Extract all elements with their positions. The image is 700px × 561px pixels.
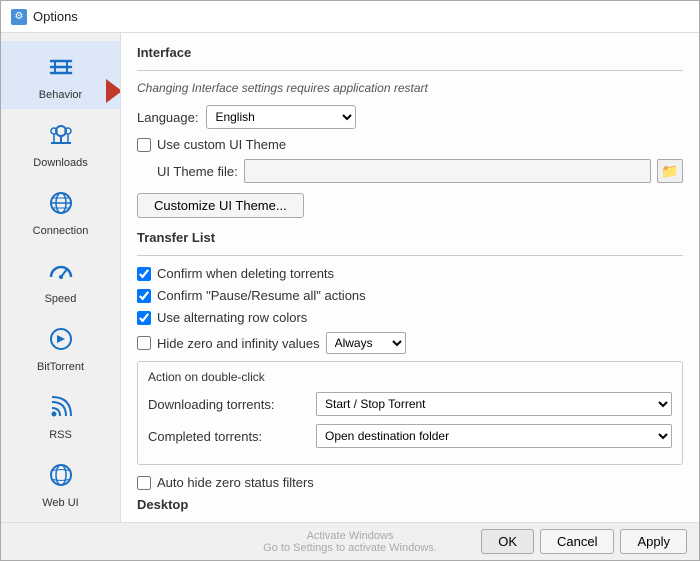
hide-zero-row: Hide zero and infinity values Always	[137, 332, 683, 354]
sidebar-item-connection[interactable]: Connection	[1, 177, 120, 245]
language-label: Language:	[137, 110, 198, 125]
sidebar-item-webui[interactable]: Web UI	[1, 449, 120, 517]
completed-torrents-row: Completed torrents: Open destination fol…	[148, 424, 672, 448]
sidebar-label-webui: Web UI	[42, 497, 78, 509]
downloading-torrents-row: Downloading torrents: Start / Stop Torre…	[148, 392, 672, 416]
action-double-click-group: Action on double-click Downloading torre…	[137, 361, 683, 465]
confirm-pause-checkbox[interactable]	[137, 289, 151, 303]
language-row: Language: English	[137, 105, 683, 129]
confirm-pause-label[interactable]: Confirm "Pause/Resume all" actions	[157, 288, 366, 303]
sidebar-item-speed[interactable]: Speed	[1, 245, 120, 313]
speed-icon	[43, 253, 79, 289]
sidebar-label-rss: RSS	[49, 429, 72, 441]
auto-hide-checkbox[interactable]	[137, 476, 151, 490]
rss-icon	[43, 389, 79, 425]
downloads-icon	[43, 117, 79, 153]
sidebar-label-speed: Speed	[45, 293, 77, 305]
sidebar-item-rss[interactable]: RSS	[1, 381, 120, 449]
downloading-action-select[interactable]: Start / Stop Torrent	[316, 392, 672, 416]
footer: Activate Windows Go to Settings to activ…	[1, 522, 699, 560]
interface-title: Interface	[137, 45, 683, 60]
window-icon: ⚙	[11, 9, 27, 25]
customize-theme-button[interactable]: Customize UI Theme...	[137, 193, 304, 218]
interface-note: Changing Interface settings requires app…	[137, 81, 683, 95]
theme-file-input[interactable]	[244, 159, 651, 183]
language-select[interactable]: English	[206, 105, 356, 129]
bittorrent-icon	[43, 321, 79, 357]
sidebar: Behavior	[1, 33, 121, 522]
title-bar: ⚙ Options	[1, 1, 699, 33]
alternating-rows-label[interactable]: Use alternating row colors	[157, 310, 307, 325]
sidebar-label-downloads: Downloads	[33, 157, 87, 169]
activate-watermark: Activate Windows Go to Settings to activ…	[263, 530, 437, 554]
desktop-title: Desktop	[137, 497, 683, 512]
sidebar-label-bittorrent: BitTorrent	[37, 361, 84, 373]
use-custom-theme-checkbox[interactable]	[137, 138, 151, 152]
sidebar-label-connection: Connection	[33, 225, 89, 237]
ui-theme-file-label: UI Theme file:	[157, 164, 238, 179]
transfer-list-section: Transfer List Confirm when deleting torr…	[137, 230, 683, 490]
use-custom-theme-row: Use custom UI Theme	[137, 137, 683, 152]
apply-button[interactable]: Apply	[620, 529, 687, 554]
theme-file-row: UI Theme file: 📁	[137, 159, 683, 183]
window-title: Options	[33, 9, 78, 24]
content-area: Interface Changing Interface settings re…	[121, 33, 699, 522]
confirm-delete-row: Confirm when deleting torrents	[137, 266, 683, 281]
sidebar-label-behavior: Behavior	[39, 89, 82, 101]
confirm-pause-row: Confirm "Pause/Resume all" actions	[137, 288, 683, 303]
behavior-icon	[43, 49, 79, 85]
action-double-click-title: Action on double-click	[148, 370, 672, 384]
completed-label: Completed torrents:	[148, 429, 308, 444]
confirm-delete-label[interactable]: Confirm when deleting torrents	[157, 266, 334, 281]
interface-section: Interface Changing Interface settings re…	[137, 45, 683, 218]
cancel-button[interactable]: Cancel	[540, 529, 614, 554]
ok-button[interactable]: OK	[481, 529, 534, 554]
auto-hide-label[interactable]: Auto hide zero status filters	[157, 475, 314, 490]
connection-icon	[43, 185, 79, 221]
completed-action-select[interactable]: Open destination folder	[316, 424, 672, 448]
alternating-rows-row: Use alternating row colors	[137, 310, 683, 325]
desktop-section: Desktop Start qBittorrent on Windows sta…	[137, 497, 683, 522]
hide-zero-checkbox[interactable]	[137, 336, 151, 350]
auto-hide-row: Auto hide zero status filters	[137, 475, 683, 490]
alternating-rows-checkbox[interactable]	[137, 311, 151, 325]
sidebar-item-downloads[interactable]: Downloads	[1, 109, 120, 177]
use-custom-theme-label[interactable]: Use custom UI Theme	[157, 137, 286, 152]
main-area: Behavior	[1, 33, 699, 522]
downloading-label: Downloading torrents:	[148, 397, 308, 412]
webui-icon	[43, 457, 79, 493]
hide-zero-label[interactable]: Hide zero and infinity values	[157, 336, 320, 351]
transfer-list-title: Transfer List	[137, 230, 683, 245]
hide-zero-select[interactable]: Always	[326, 332, 406, 354]
browse-folder-button[interactable]: 📁	[657, 159, 683, 183]
sidebar-item-behavior[interactable]: Behavior	[1, 41, 120, 109]
sidebar-item-bittorrent[interactable]: BitTorrent	[1, 313, 120, 381]
confirm-delete-checkbox[interactable]	[137, 267, 151, 281]
options-window: ⚙ Options Behavior	[0, 0, 700, 561]
